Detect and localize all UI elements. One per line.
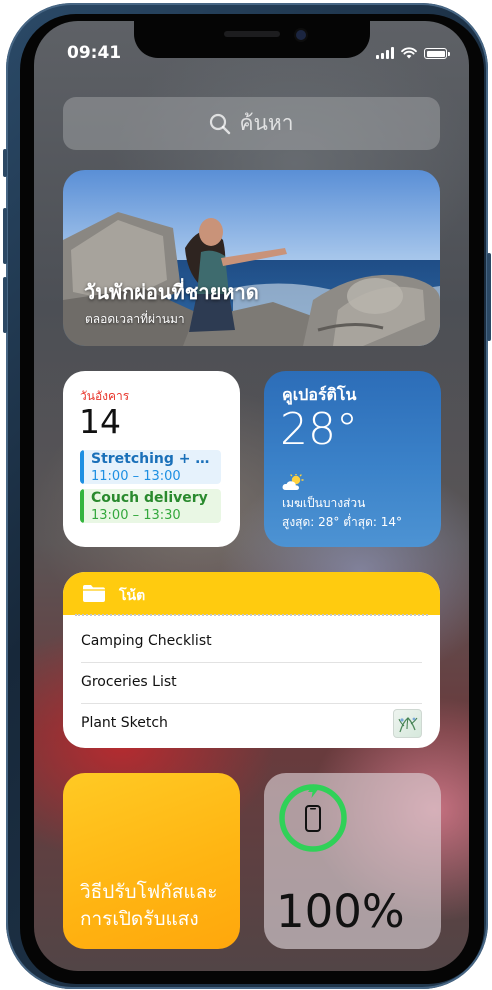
charging-bolt-icon xyxy=(308,784,318,798)
partly-cloudy-icon xyxy=(282,474,304,490)
cellular-signal-icon xyxy=(376,47,394,59)
note-title: Groceries List xyxy=(81,674,177,690)
status-time: 09:41 xyxy=(67,43,122,63)
calendar-event[interactable]: Couch delivery 13:00 – 13:30 xyxy=(80,489,221,523)
tips-widget[interactable]: วิธีปรับโฟกัสและการเปิดรับแสง xyxy=(63,773,240,949)
note-item[interactable]: Plant Sketch xyxy=(81,703,422,744)
folder-icon xyxy=(83,585,105,602)
phone-frame: 09:41 ค้นหา วันพักผ่อนที่ชายหาด ตลอดเวลา… xyxy=(3,3,491,989)
search-field[interactable]: ค้นหา xyxy=(63,97,440,150)
photo-memory-subtitle: ตลอดเวลาที่ผ่านมา xyxy=(85,312,185,326)
notes-header: โน้ต xyxy=(63,572,440,616)
battery-icon xyxy=(424,48,450,59)
battery-percentage: 100% xyxy=(276,885,405,938)
note-title: Plant Sketch xyxy=(81,715,168,731)
event-color-bar xyxy=(80,489,84,523)
search-placeholder: ค้นหา xyxy=(239,111,294,135)
power-button xyxy=(487,253,491,341)
weather-high-low: สูงสุด: 28° ต่ำสุด: 14° xyxy=(282,515,403,529)
wifi-icon xyxy=(401,47,417,59)
event-color-bar xyxy=(80,450,84,484)
notch xyxy=(134,21,370,58)
weather-temperature: 28° xyxy=(280,404,358,455)
note-item[interactable]: Camping Checklist xyxy=(81,621,422,663)
weather-widget[interactable]: คูเปอร์ติโน 28° เมฆเป็นบางส่วน สูงสุด: 2… xyxy=(264,371,441,547)
battery-widget[interactable]: 100% xyxy=(264,773,441,949)
calendar-event[interactable]: Stretching + weights 11:00 – 13:00 xyxy=(80,450,221,484)
photos-widget[interactable]: วันพักผ่อนที่ชายหาด ตลอดเวลาที่ผ่านมา xyxy=(63,170,440,346)
calendar-widget[interactable]: วันอังคาร 14 Stretching + weights 11:00 … xyxy=(63,371,240,547)
notes-widget[interactable]: โน้ต Camping Checklist Groceries List Pl… xyxy=(63,572,440,748)
event-title: Couch delivery xyxy=(91,490,208,506)
event-time: 11:00 – 13:00 xyxy=(91,469,181,484)
speaker-grille xyxy=(224,31,280,37)
today-view-screen: 09:41 ค้นหา วันพักผ่อนที่ชายหาด ตลอดเวลา… xyxy=(34,21,469,971)
note-item[interactable]: Groceries List xyxy=(81,662,422,704)
weather-condition: เมฆเป็นบางส่วน xyxy=(282,496,366,510)
event-title: Stretching + weights xyxy=(91,451,219,467)
calendar-date: 14 xyxy=(79,402,121,441)
note-title: Camping Checklist xyxy=(81,633,212,649)
action-button xyxy=(3,149,7,177)
notes-folder-title: โน้ต xyxy=(119,588,146,604)
volume-up-button xyxy=(3,208,7,264)
volume-down-button xyxy=(3,277,7,333)
photo-memory-title: วันพักผ่อนที่ชายหาด xyxy=(84,280,259,304)
search-icon xyxy=(210,113,231,134)
sketch-thumbnail xyxy=(393,709,422,738)
status-icons xyxy=(376,45,450,59)
front-camera xyxy=(296,30,306,40)
event-time: 13:00 – 13:30 xyxy=(91,508,181,523)
tips-text: วิธีปรับโฟกัสและการเปิดรับแสง xyxy=(80,881,218,930)
